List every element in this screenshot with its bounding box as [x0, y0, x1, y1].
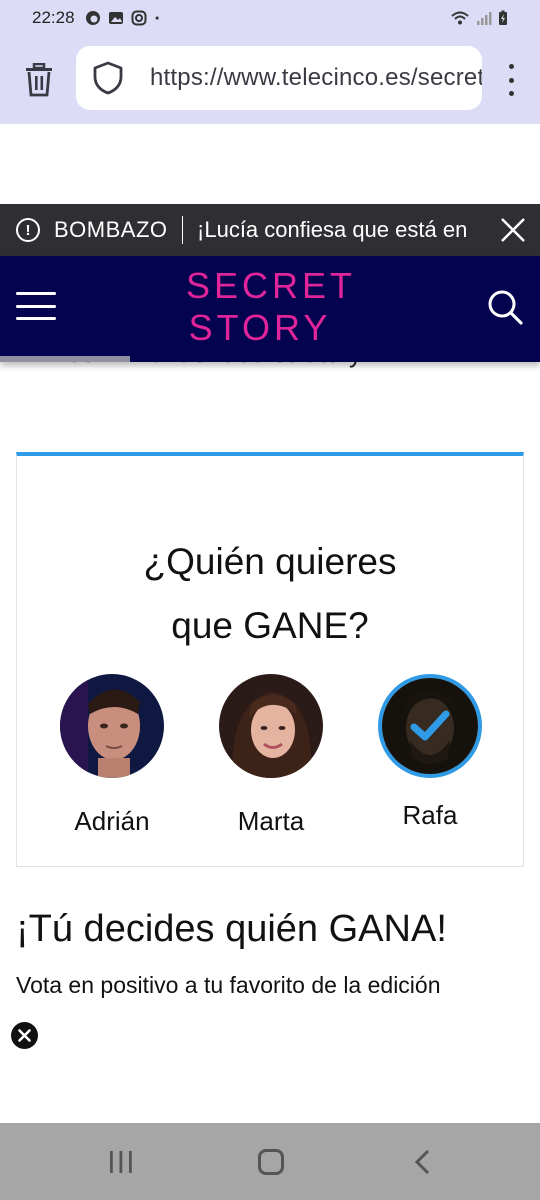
back-icon[interactable] [412, 1149, 432, 1175]
close-ad-button[interactable] [11, 1022, 38, 1049]
breaking-label: BOMBAZO [54, 217, 168, 242]
breaking-news-bar[interactable]: ! BOMBAZO ¡Lucía confiesa que está en [0, 204, 540, 256]
close-icon[interactable] [500, 217, 526, 243]
breaking-divider [181, 216, 184, 244]
dot-icon [155, 16, 159, 20]
firefox-icon [85, 11, 100, 25]
site-header: SECRET STORY [0, 256, 540, 362]
status-time: 22:28 [32, 8, 75, 27]
home-icon[interactable] [258, 1149, 284, 1175]
poll-title-line1: ¿Quién quieres [143, 541, 397, 582]
candidate-marta[interactable]: Marta [219, 674, 323, 837]
screen: 22:28 https://www.telecinco.es/secret ! … [0, 0, 540, 1200]
gallery-icon [108, 12, 123, 24]
poll-card: ¿Quién quieres que GANE? Adrián Marta Ra… [16, 452, 524, 867]
status-system-icons [450, 10, 508, 26]
instagram-icon [131, 10, 147, 26]
avatar-adrian[interactable] [60, 674, 164, 778]
reading-progress-bar [0, 356, 130, 362]
candidate-name: Marta [237, 806, 305, 836]
candidate-name: Rafa [402, 800, 458, 830]
section-title: ¡Tú decides quién GANA! [16, 908, 447, 950]
browser-toolbar: https://www.telecinco.es/secretstory [0, 36, 540, 124]
poll-title: ¿Quién quieres que GANE? [17, 530, 523, 658]
logo-line1: SECRET [186, 265, 356, 306]
address-bar[interactable]: https://www.telecinco.es/secretstory [76, 46, 482, 110]
signal-icon [477, 12, 492, 25]
close-icon [18, 1029, 31, 1042]
secret-story-logo[interactable]: SECRET STORY [178, 264, 364, 350]
candidate-adrian[interactable]: Adrián [60, 674, 164, 837]
logo-line2: STORY [189, 307, 332, 348]
alert-circle-icon: ! [16, 218, 40, 242]
avatar-marta[interactable] [219, 674, 323, 778]
battery-charging-icon [499, 10, 507, 25]
candidate-name: Adrián [74, 806, 150, 836]
shield-icon[interactable] [92, 61, 124, 95]
poll-title-line2: que GANE? [171, 605, 369, 646]
status-notification-icons [85, 10, 164, 26]
system-nav-bar [0, 1123, 540, 1200]
wifi-icon [451, 11, 469, 25]
section-subtitle: Vota en positivo a tu favorito de la edi… [16, 972, 441, 998]
trash-button[interactable] [22, 62, 56, 98]
url-text[interactable]: https://www.telecinco.es/secretstory [150, 64, 482, 92]
more-vert-icon[interactable] [500, 58, 522, 102]
candidate-rafa[interactable]: Rafa [378, 674, 482, 831]
hamburger-icon[interactable] [16, 292, 56, 320]
search-icon[interactable] [486, 288, 524, 326]
check-icon [382, 678, 478, 774]
status-bar: 22:28 [0, 0, 540, 36]
trash-icon [26, 63, 52, 97]
breaking-headline[interactable]: ¡Lucía confiesa que está en [197, 217, 497, 243]
avatar-rafa[interactable] [378, 674, 482, 778]
recent-apps-icon[interactable] [108, 1150, 134, 1174]
